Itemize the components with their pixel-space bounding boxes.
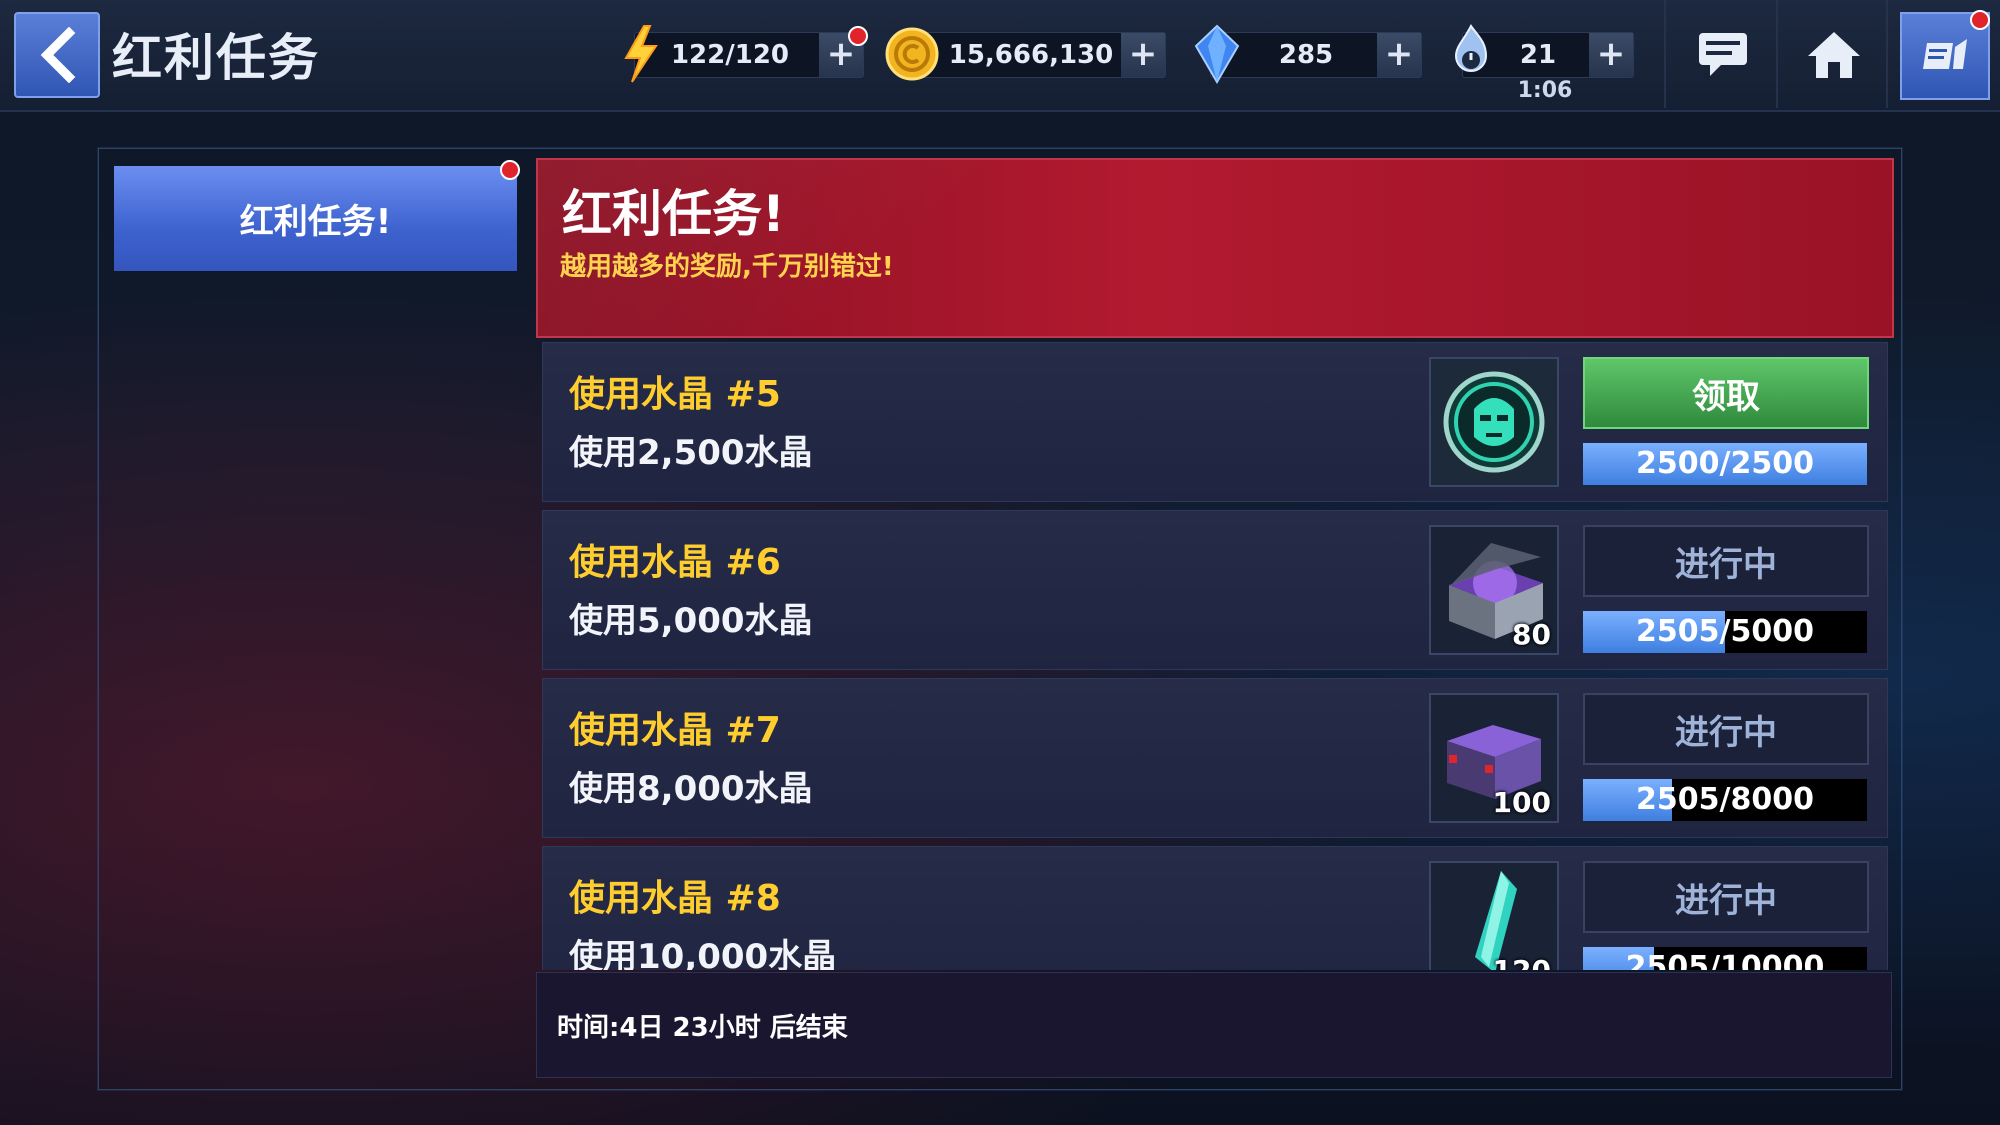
progress-bar: 2505/5000 bbox=[1583, 611, 1867, 653]
energy-value: 122/120 bbox=[670, 40, 790, 70]
task-title: 使用水晶 #5 bbox=[569, 374, 781, 415]
list-item: 使用水晶 #8 使用10,000水晶 120 进行中 2505/10000 bbox=[542, 846, 1888, 970]
in-progress-status: 进行中 bbox=[1583, 525, 1869, 597]
stamina-value: 21 bbox=[1519, 40, 1557, 70]
energy-notification-dot bbox=[848, 26, 868, 46]
progress-bar: 2505/10000 bbox=[1583, 947, 1867, 970]
task-title: 使用水晶 #7 bbox=[569, 710, 781, 751]
reward-quantity: 120 bbox=[1493, 954, 1551, 970]
stamina-timer: 1:06 bbox=[1517, 78, 1573, 103]
event-end-time: 时间:4日 23小时 后结束 bbox=[557, 1013, 848, 1043]
task-list[interactable]: 使用水晶 #5 使用2,500水晶 领取 2500/2500 使用水晶 #6 使… bbox=[536, 340, 1890, 970]
home-icon[interactable] bbox=[1806, 30, 1862, 80]
task-title: 使用水晶 #8 bbox=[569, 878, 781, 919]
task-description: 使用8,000水晶 bbox=[569, 769, 813, 809]
blue-crystal-icon bbox=[1194, 24, 1240, 84]
progress-text: 2500/2500 bbox=[1636, 446, 1814, 481]
menu-notification-dot bbox=[1970, 10, 1990, 30]
chat-icon[interactable] bbox=[1696, 30, 1750, 78]
task-description: 使用10,000水晶 bbox=[569, 937, 837, 970]
event-timer-bar: 时间:4日 23小时 后结束 bbox=[536, 972, 1892, 1078]
list-item: 使用水晶 #6 使用5,000水晶 80 进行中 2505/5000 bbox=[542, 510, 1888, 670]
progress-bar: 2500/2500 bbox=[1583, 443, 1867, 485]
stamina-add-button[interactable]: + bbox=[1589, 33, 1633, 77]
progress-text: 2505/10000 bbox=[1625, 950, 1825, 970]
crystal-add-button[interactable]: + bbox=[1377, 33, 1421, 77]
chevron-left-icon bbox=[40, 27, 76, 83]
reward-slot[interactable]: 120 bbox=[1429, 861, 1559, 970]
reward-quantity: 100 bbox=[1492, 786, 1551, 819]
page-title: 红利任务 bbox=[112, 29, 320, 87]
iron-helmet-badge-icon bbox=[1431, 359, 1557, 485]
energy-counter: 122/120 + bbox=[634, 32, 864, 78]
back-button[interactable] bbox=[14, 12, 100, 98]
tab-bonus-missions[interactable]: 红利任务! bbox=[114, 166, 517, 271]
progress-text: 2505/5000 bbox=[1636, 614, 1814, 649]
progress-bar: 2505/8000 bbox=[1583, 779, 1867, 821]
reward-slot[interactable]: 80 bbox=[1429, 525, 1559, 655]
task-title: 使用水晶 #6 bbox=[569, 542, 781, 583]
task-description: 使用2,500水晶 bbox=[569, 433, 813, 473]
divider bbox=[1664, 0, 1666, 108]
gold-coin-icon bbox=[885, 27, 939, 81]
list-item: 使用水晶 #7 使用8,000水晶 100 进行中 2505/8000 bbox=[542, 678, 1888, 838]
in-progress-status: 进行中 bbox=[1583, 861, 1869, 933]
reward-slot[interactable] bbox=[1429, 357, 1559, 487]
lightning-icon bbox=[624, 25, 658, 83]
gold-value: 15,666,130 bbox=[948, 40, 1114, 70]
divider bbox=[1776, 0, 1778, 108]
top-bar: 红利任务 122/120 + 15,666,130 + 285 + 21 + 1… bbox=[0, 0, 2000, 112]
list-item: 使用水晶 #5 使用2,500水晶 领取 2500/2500 bbox=[542, 342, 1888, 502]
progress-text: 2505/8000 bbox=[1636, 782, 1814, 817]
reward-quantity: 80 bbox=[1512, 618, 1551, 651]
crystal-value: 285 bbox=[1278, 40, 1334, 70]
tab-notification-dot bbox=[500, 160, 520, 180]
divider bbox=[1886, 0, 1888, 108]
claim-button[interactable]: 领取 bbox=[1583, 357, 1869, 429]
banner-title: 红利任务! bbox=[562, 185, 785, 243]
gold-add-button[interactable]: + bbox=[1121, 33, 1165, 77]
mission-list-icon bbox=[1923, 39, 1967, 69]
event-banner: 红利任务! 越用越多的奖励,千万别错过! bbox=[536, 158, 1894, 338]
reward-slot[interactable]: 100 bbox=[1429, 693, 1559, 823]
task-description: 使用5,000水晶 bbox=[569, 601, 813, 641]
banner-subtitle: 越用越多的奖励,千万别错过! bbox=[560, 252, 894, 282]
timer-flame-icon bbox=[1454, 24, 1488, 72]
in-progress-status: 进行中 bbox=[1583, 693, 1869, 765]
